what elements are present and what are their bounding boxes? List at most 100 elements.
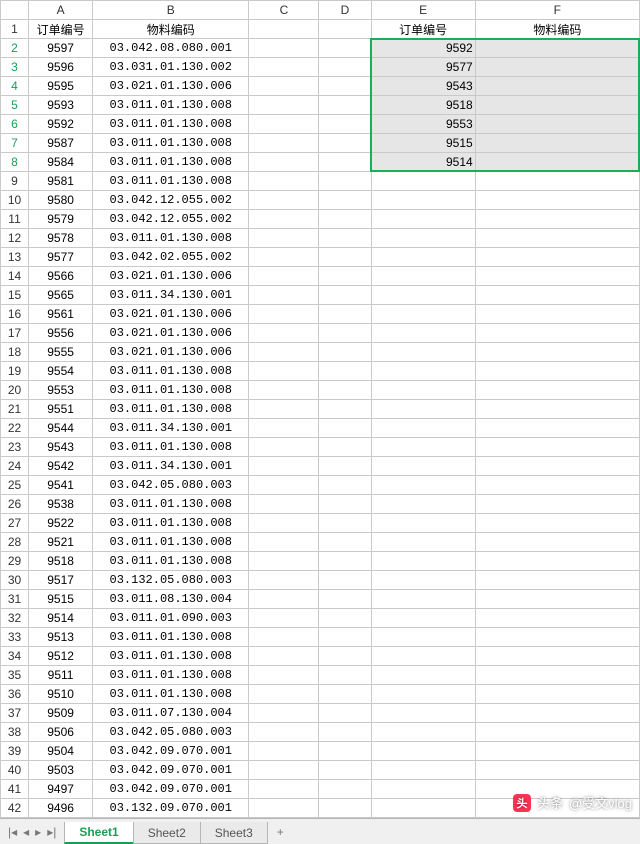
cell-E[interactable] bbox=[371, 324, 475, 343]
data-row[interactable]: 26953803.011.01.130.008 bbox=[1, 495, 640, 514]
row-header[interactable]: 35 bbox=[1, 666, 29, 685]
cell-A[interactable]: 9538 bbox=[29, 495, 93, 514]
cell-D[interactable] bbox=[319, 153, 371, 172]
cell-A[interactable]: 9543 bbox=[29, 438, 93, 457]
cell-F[interactable] bbox=[475, 267, 639, 286]
cell-A[interactable]: 9553 bbox=[29, 381, 93, 400]
col-header-B[interactable]: B bbox=[93, 1, 249, 20]
cell-A[interactable]: 9544 bbox=[29, 419, 93, 438]
nav-first-icon[interactable]: |◂ bbox=[6, 825, 19, 839]
cell-C[interactable] bbox=[249, 628, 319, 647]
cell-E[interactable]: 9543 bbox=[371, 77, 475, 96]
data-row[interactable]: 7958703.011.01.130.0089515 bbox=[1, 134, 640, 153]
data-row[interactable]: 6959203.011.01.130.0089553 bbox=[1, 115, 640, 134]
cell-A1[interactable]: 订单编号 bbox=[29, 20, 93, 39]
cell-D[interactable] bbox=[319, 381, 371, 400]
cell-E[interactable] bbox=[371, 704, 475, 723]
add-sheet-button[interactable]: + bbox=[267, 822, 294, 842]
cell-A[interactable]: 9555 bbox=[29, 343, 93, 362]
cell-F[interactable] bbox=[475, 115, 639, 134]
cell-A[interactable]: 9509 bbox=[29, 704, 93, 723]
cell-F[interactable] bbox=[475, 305, 639, 324]
data-row[interactable]: 30951703.132.05.080.003 bbox=[1, 571, 640, 590]
cell-A[interactable]: 9592 bbox=[29, 115, 93, 134]
row-header[interactable]: 33 bbox=[1, 628, 29, 647]
cell-E[interactable]: 9592 bbox=[371, 39, 475, 58]
cell-A[interactable]: 9521 bbox=[29, 533, 93, 552]
cell-D[interactable] bbox=[319, 571, 371, 590]
row-header[interactable]: 19 bbox=[1, 362, 29, 381]
data-row[interactable]: 31951503.011.08.130.004 bbox=[1, 590, 640, 609]
cell-F[interactable] bbox=[475, 685, 639, 704]
cell-D[interactable] bbox=[319, 39, 371, 58]
cell-F[interactable] bbox=[475, 58, 639, 77]
cell-A[interactable]: 9597 bbox=[29, 39, 93, 58]
cell-A[interactable]: 9517 bbox=[29, 571, 93, 590]
nav-next-icon[interactable]: ▸ bbox=[33, 825, 43, 839]
sheet-tab[interactable]: Sheet2 bbox=[133, 822, 201, 844]
row-header[interactable]: 6 bbox=[1, 115, 29, 134]
row-header[interactable]: 4 bbox=[1, 77, 29, 96]
cell-C[interactable] bbox=[249, 305, 319, 324]
cell-E[interactable] bbox=[371, 191, 475, 210]
row-header[interactable]: 20 bbox=[1, 381, 29, 400]
cell-D[interactable] bbox=[319, 799, 371, 818]
cell-B[interactable]: 03.011.01.130.008 bbox=[93, 533, 249, 552]
cell-D[interactable] bbox=[319, 495, 371, 514]
data-row[interactable]: 22954403.011.34.130.001 bbox=[1, 419, 640, 438]
cell-E[interactable]: 9553 bbox=[371, 115, 475, 134]
cell-C[interactable] bbox=[249, 552, 319, 571]
cell-A[interactable]: 9511 bbox=[29, 666, 93, 685]
cell-C[interactable] bbox=[249, 381, 319, 400]
cell-C[interactable] bbox=[249, 571, 319, 590]
cell-F[interactable] bbox=[475, 590, 639, 609]
cell-B[interactable]: 03.011.01.130.008 bbox=[93, 229, 249, 248]
data-row[interactable]: 24954203.011.34.130.001 bbox=[1, 457, 640, 476]
data-row[interactable]: 20955303.011.01.130.008 bbox=[1, 381, 640, 400]
cell-D[interactable] bbox=[319, 457, 371, 476]
cell-B[interactable]: 03.011.01.130.008 bbox=[93, 666, 249, 685]
row-header[interactable]: 25 bbox=[1, 476, 29, 495]
cell-C[interactable] bbox=[249, 609, 319, 628]
cell-E[interactable]: 9577 bbox=[371, 58, 475, 77]
cell-D[interactable] bbox=[319, 514, 371, 533]
cell-E[interactable]: 9518 bbox=[371, 96, 475, 115]
row-header[interactable]: 8 bbox=[1, 153, 29, 172]
row-header[interactable]: 23 bbox=[1, 438, 29, 457]
cell-A[interactable]: 9566 bbox=[29, 267, 93, 286]
cell-D[interactable] bbox=[319, 647, 371, 666]
cell-C[interactable] bbox=[249, 400, 319, 419]
column-header-row[interactable]: A B C D E F bbox=[1, 1, 640, 20]
cell-A[interactable]: 9579 bbox=[29, 210, 93, 229]
cell-B[interactable]: 03.042.12.055.002 bbox=[93, 191, 249, 210]
cell-D[interactable] bbox=[319, 77, 371, 96]
cell-D[interactable] bbox=[319, 590, 371, 609]
cell-F[interactable] bbox=[475, 191, 639, 210]
data-row[interactable]: 34951203.011.01.130.008 bbox=[1, 647, 640, 666]
row-header[interactable]: 9 bbox=[1, 172, 29, 191]
row-header[interactable]: 14 bbox=[1, 267, 29, 286]
cell-C[interactable] bbox=[249, 685, 319, 704]
cell-B[interactable]: 03.021.01.130.006 bbox=[93, 77, 249, 96]
row-header[interactable]: 36 bbox=[1, 685, 29, 704]
cell-F[interactable] bbox=[475, 495, 639, 514]
cell-D[interactable] bbox=[319, 210, 371, 229]
corner-cell[interactable] bbox=[1, 1, 29, 20]
cell-F[interactable] bbox=[475, 647, 639, 666]
data-row[interactable]: 1订单编号物料编码订单编号物料编码 bbox=[1, 20, 640, 39]
cell-A[interactable]: 9515 bbox=[29, 590, 93, 609]
row-header[interactable]: 41 bbox=[1, 780, 29, 799]
cell-E1[interactable]: 订单编号 bbox=[371, 20, 475, 39]
cell-C[interactable] bbox=[249, 666, 319, 685]
row-header[interactable]: 13 bbox=[1, 248, 29, 267]
cell-B[interactable]: 03.011.01.130.008 bbox=[93, 172, 249, 191]
cell-E[interactable] bbox=[371, 742, 475, 761]
cell-A[interactable]: 9518 bbox=[29, 552, 93, 571]
cell-A[interactable]: 9577 bbox=[29, 248, 93, 267]
cell-C[interactable] bbox=[249, 172, 319, 191]
cell-A[interactable]: 9504 bbox=[29, 742, 93, 761]
cell-B[interactable]: 03.011.01.130.008 bbox=[93, 685, 249, 704]
cell-A[interactable]: 9514 bbox=[29, 609, 93, 628]
cell-E[interactable] bbox=[371, 419, 475, 438]
data-row[interactable]: 19955403.011.01.130.008 bbox=[1, 362, 640, 381]
